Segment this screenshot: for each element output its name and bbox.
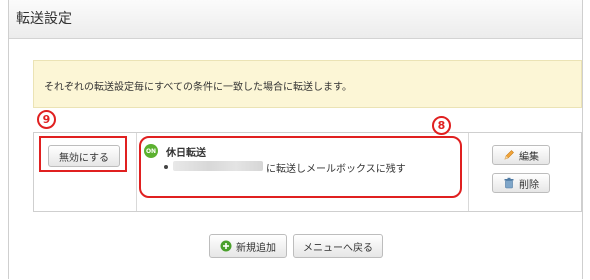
pencil-icon [504, 150, 514, 160]
add-new-button-label: 新規追加 [236, 242, 276, 254]
back-to-menu-label: メニューへ戻る [303, 242, 373, 254]
trash-icon [504, 177, 514, 189]
title-bar: 転送設定 [9, 0, 582, 39]
annotation-highlight-disable [39, 136, 127, 172]
edit-button-label: 編集 [519, 151, 539, 163]
edit-button[interactable]: 編集 [492, 145, 550, 165]
add-new-button[interactable]: 新規追加 [209, 234, 287, 258]
annotation-highlight-rule [139, 136, 462, 198]
annotation-marker-9: 9 [37, 110, 56, 129]
plus-circle-icon [220, 240, 232, 252]
back-to-menu-button[interactable]: メニューへ戻る [293, 234, 383, 258]
page-title: 転送設定 [16, 11, 72, 27]
column-divider [136, 133, 137, 211]
settings-panel: 転送設定 それぞれの転送設定毎にすべての条件に一致した場合に転送します。 無効に… [8, 0, 583, 279]
notice-text: それぞれの転送設定毎にすべての条件に一致した場合に転送します。 [44, 82, 352, 93]
delete-button-label: 削除 [519, 179, 539, 191]
notice-box: それぞれの転送設定毎にすべての条件に一致した場合に転送します。 [33, 60, 582, 108]
column-divider [468, 133, 469, 211]
delete-button[interactable]: 削除 [492, 173, 550, 193]
annotation-marker-8: 8 [432, 116, 451, 135]
